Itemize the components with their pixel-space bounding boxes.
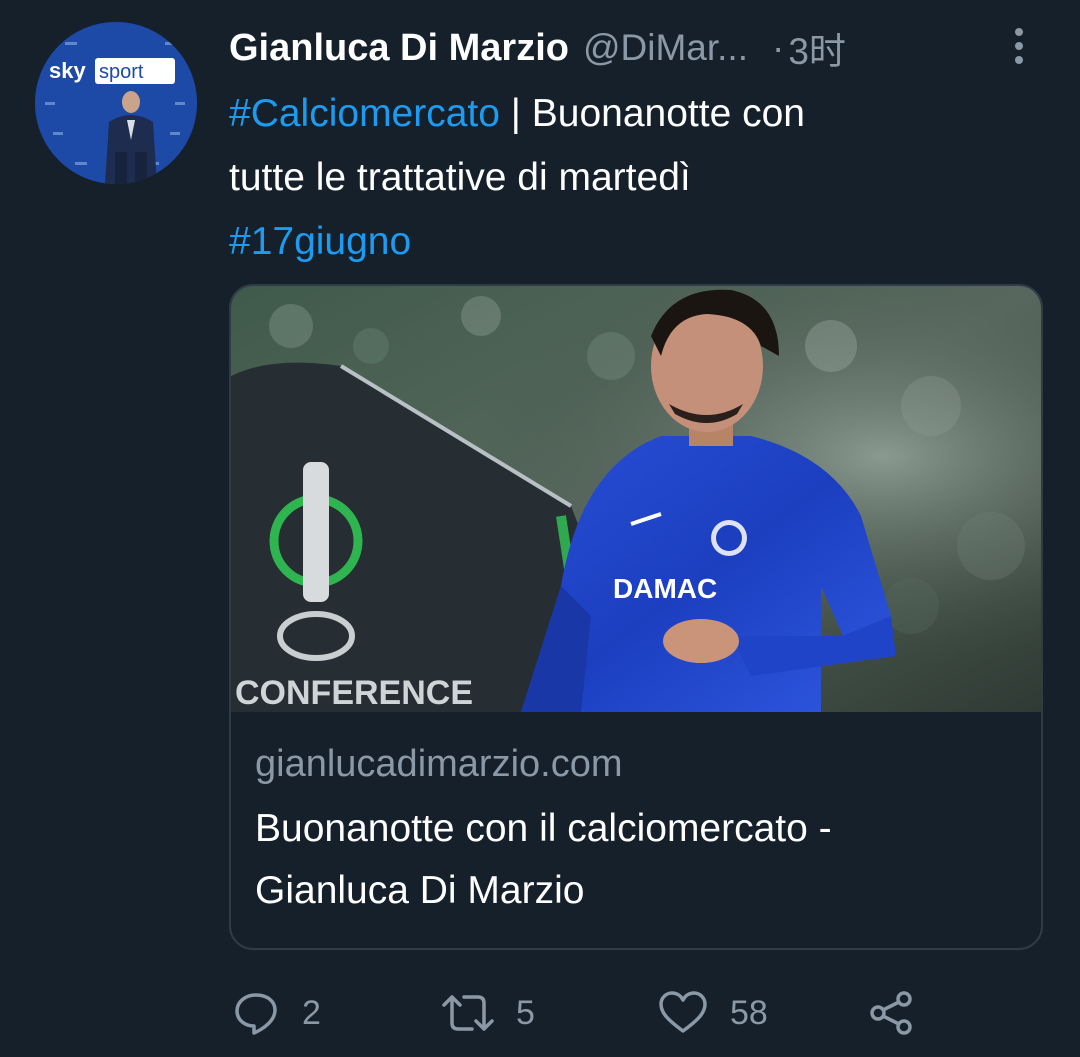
heart-icon [659,991,707,1033]
tweet-text: #Calciomercato | Buonanotte con tutte le… [229,82,1019,274]
card-meta: gianlucadimarzio.com Buonanotte con il c… [255,734,1025,922]
separator-dot: · [772,27,785,68]
author-handle[interactable]: @DiMar... [583,27,748,69]
avatar[interactable]: sky sport [35,22,197,184]
card-title-line-2: Gianluca Di Marzio [255,869,585,912]
card-image: CONFERENCE DAMAC [231,286,1041,712]
hashtag-calciomercato[interactable]: #Calciomercato [229,92,500,135]
tweet-line-3: #17giugno [229,210,1019,274]
tweet-line-2: tutte le trattative di martedì [229,156,691,199]
author-name[interactable]: Gianluca Di Marzio [229,27,569,70]
reply-button[interactable]: 2 [232,985,321,1041]
logo-sky: sky [49,58,86,83]
reply-count: 2 [302,993,321,1032]
share-icon [870,991,912,1035]
card-image-banner-text: CONFERENCE [235,674,473,712]
tweet-header: Gianluca Di Marzio @DiMar... · 3时 [229,20,1029,76]
retweet-button[interactable]: 5 [442,985,535,1041]
retweet-icon [442,995,494,1031]
like-button[interactable]: 58 [658,985,768,1041]
card-image-sponsor-text: DAMAC [613,573,717,604]
tweet-line-1: #Calciomercato | Buonanotte con [229,82,1019,146]
more-options-icon[interactable] [1007,24,1031,68]
tweet: sky sport Gianluca Di Marzio @DiMar... ·… [0,0,1080,1057]
like-count: 58 [730,993,768,1032]
action-bar: 2 5 58 [232,985,952,1041]
avatar-image: sky sport [35,22,197,184]
card-domain: gianlucadimarzio.com [255,743,623,785]
share-button[interactable] [868,985,916,1041]
link-card[interactable]: CONFERENCE DAMAC gianlucadimarzio.com Bu… [229,284,1043,950]
tweet-line-1-text: | Buonanotte con [499,92,805,135]
card-title: Buonanotte con il calciomercato - Gianlu… [255,798,1025,922]
reply-icon [235,993,277,1035]
card-title-line-1: Buonanotte con il calciomercato - [255,807,832,850]
tweet-timestamp[interactable]: 3时 [788,21,846,75]
hashtag-17giugno[interactable]: #17giugno [229,220,411,263]
logo-sport: sport [99,61,144,83]
retweet-count: 5 [516,993,535,1032]
